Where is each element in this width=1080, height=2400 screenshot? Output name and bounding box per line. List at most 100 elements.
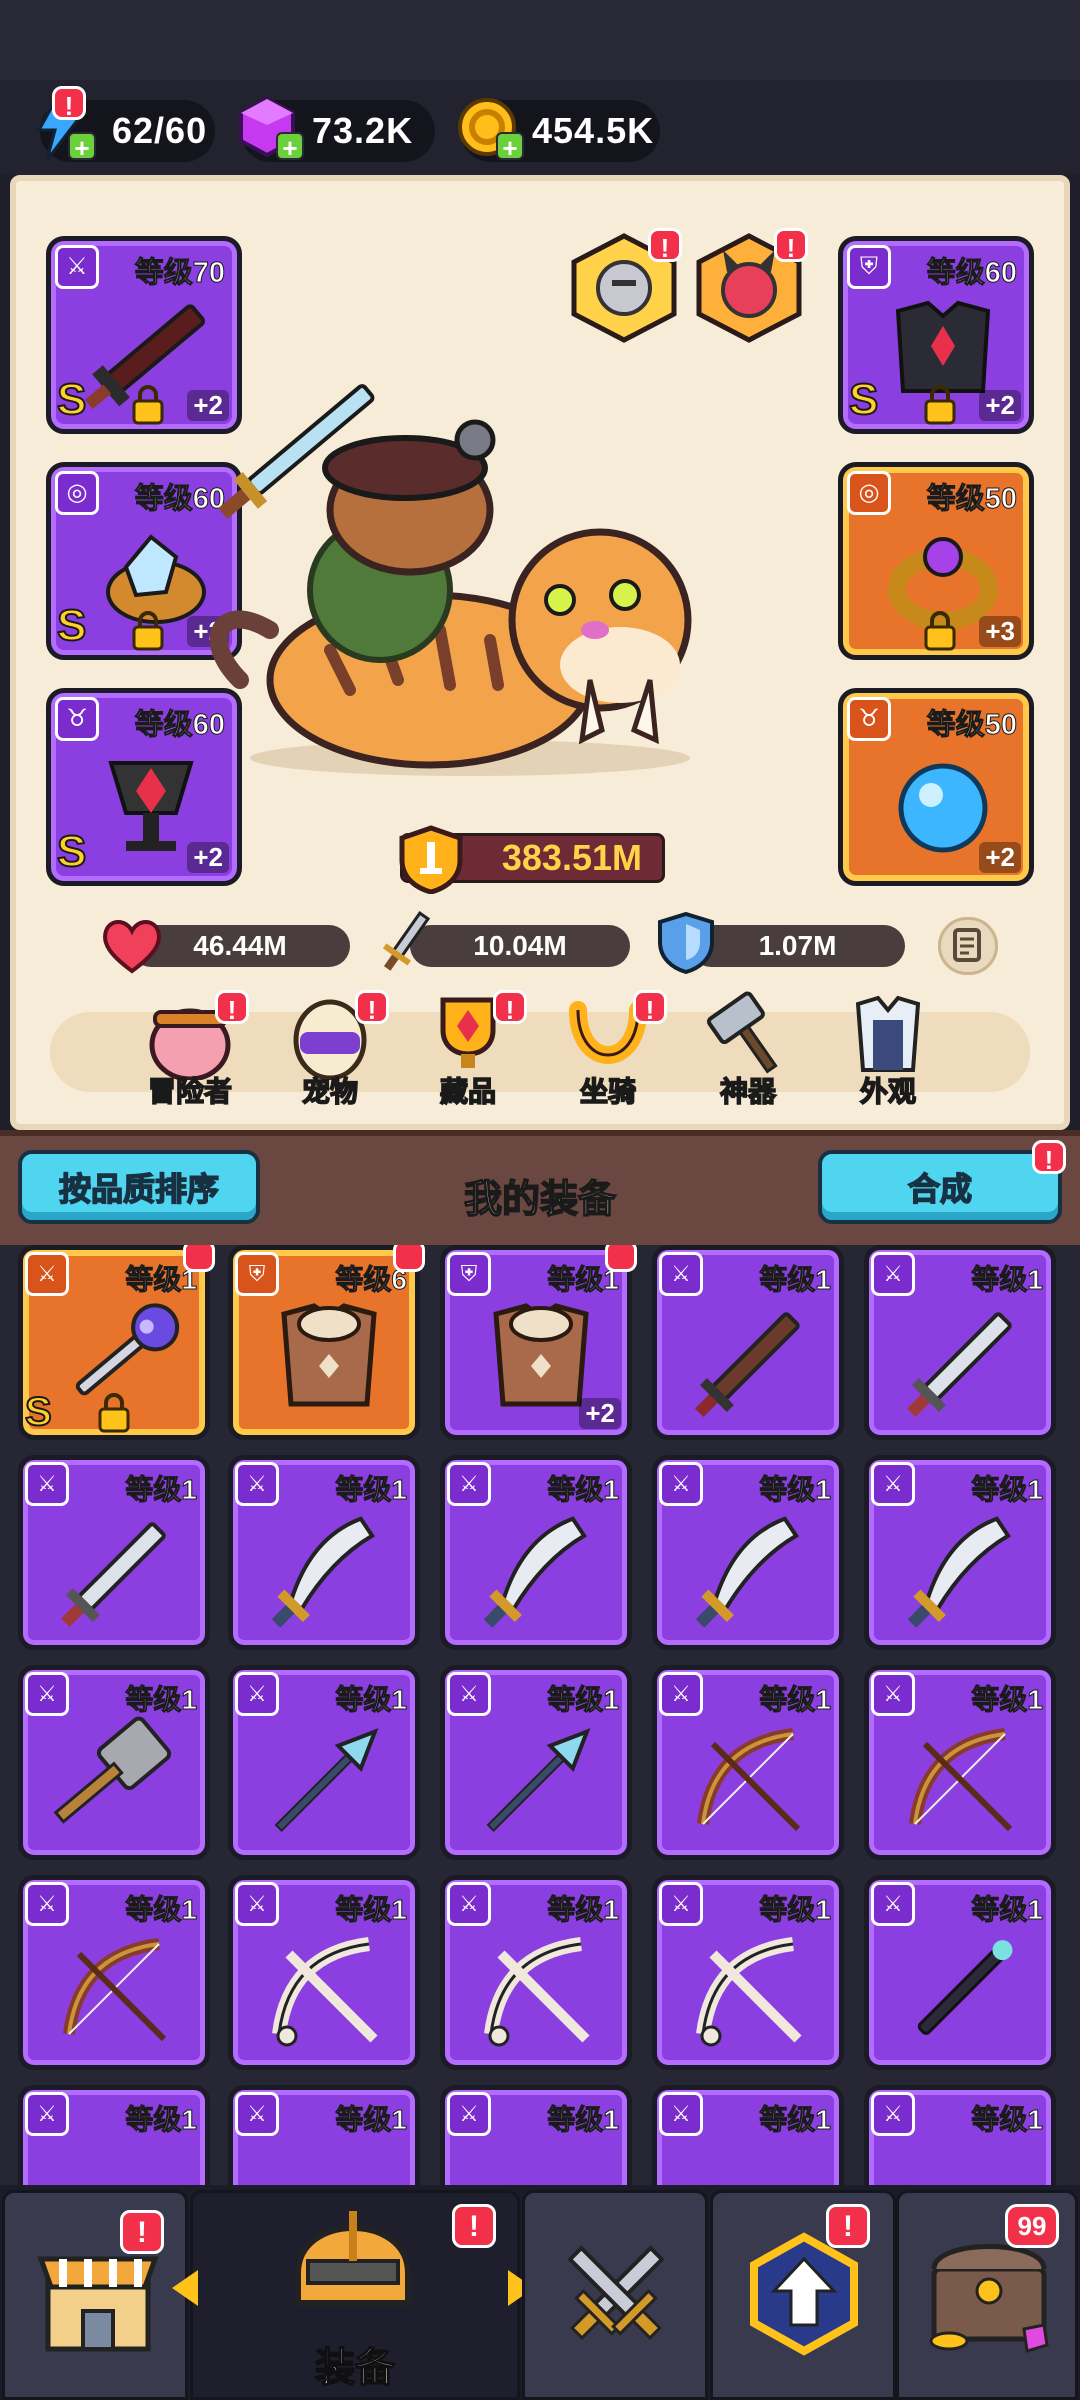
adventurer-alert-badge: ! [215,990,249,1025]
inventory-item[interactable]: ⛨ 等级6 [228,1245,425,1440]
shop-alert-badge: ! [120,2210,164,2254]
slot-level: 等级70 [134,257,225,290]
nav-label: 藏品 [439,1075,497,1108]
nav-label: 宠物 [301,1075,359,1108]
misc-icon [49,2134,189,2185]
inventory-item[interactable]: ⚔ 等级1 [864,1665,1056,1860]
inventory-item[interactable]: ⚔ 等级1 [18,2085,210,2185]
amulet-category-icon: ♉ [55,697,99,741]
inventory-item[interactable]: ⚔ 等级1 [228,1665,420,1860]
hero-character[interactable] [200,380,720,780]
sword-category-icon: ⚔ [25,2092,69,2136]
inventory-item[interactable]: ⛨ 等级1 +2 [440,1245,637,1440]
inventory-item[interactable]: ⚔ 等级1 [652,1455,844,1650]
sword-stat-icon [380,908,431,978]
item-level: 等级1 [335,2104,408,2136]
inventory-item[interactable]: ⚔ 等级1 [652,1875,844,2070]
armor-category-icon: ⛨ [235,1252,279,1296]
helmet-icon [295,2211,411,2306]
knight-alert-badge: ! [648,228,682,263]
inventory-item[interactable]: ⚔ 等级1 [440,1875,632,2070]
pet-alert-badge: ! [355,990,389,1025]
inventory-item[interactable]: ⚔ 等级1 [864,1875,1056,2070]
steel-sword-icon [907,1312,1012,1417]
spear-icon [274,1728,379,1833]
lock-icon [132,385,164,425]
scimitar-icon [483,1516,587,1628]
item-level: 等级1 [971,1894,1044,1926]
sword-category-icon: ⚔ [55,245,99,289]
inventory-item[interactable]: ⚔ 等级1 [864,1455,1056,1650]
sword-category-icon: ⚔ [235,1672,279,1716]
bone-bow-icon [696,1937,802,2047]
sword-category-icon: ⚔ [659,1252,703,1296]
enhance-level: +2 [979,842,1021,873]
inventory-item[interactable]: ⚔ 等级1 [440,1455,632,1650]
gem-icon[interactable]: + [228,88,306,166]
scimitar-icon [907,1516,1011,1628]
inventory-item[interactable]: ⚔ 等级1 [440,2085,632,2185]
inventory-item[interactable]: ⚔ 等级1 [18,1665,210,1860]
lock-icon [924,385,956,425]
gold-coin-icon[interactable]: + [448,88,526,166]
amulet-category-icon: ♉ [847,697,891,741]
nav-appearance[interactable]: 外观 [828,990,948,1110]
enhance-level: +2 [187,842,229,873]
sword-category-icon: ⚔ [235,1462,279,1506]
armor-category-icon: ⛨ [447,1252,491,1296]
collection-alert-badge: ! [493,990,527,1025]
sword-category-icon: ⚔ [659,1882,703,1926]
inventory-item[interactable]: ⚔ 等级1 [440,1665,632,1860]
grade-label: S [56,826,87,877]
item-level: 等级1 [759,2104,832,2136]
slot-level: 等级50 [926,709,1017,742]
gems-value: 73.2K [312,110,414,151]
sword-category-icon: ⚔ [447,1882,491,1926]
inventory-item[interactable]: ⚔ 等级1 [652,2085,844,2185]
bow-icon [63,1938,167,2042]
item-level: 等级1 [125,1474,198,1506]
inventory-item[interactable]: ⚔ 等级1 [228,2085,420,2185]
sort-by-quality-button[interactable]: 按品质排序 [18,1150,260,1224]
equip-slot-armor[interactable]: ⛨ 等级60 S +2 [838,236,1034,434]
new-item-badge [183,1245,215,1272]
sword-category-icon: ⚔ [659,1672,703,1716]
wood-sword-icon [695,1312,800,1417]
item-level: 等级1 [125,1894,198,1926]
equip-slot-orb[interactable]: ♉ 等级50 +2 [838,688,1034,886]
nav-label: 神器 [719,1075,777,1108]
ring-category-icon: ◎ [55,471,99,515]
inventory-item[interactable]: ⚔ 等级1 [864,2085,1056,2185]
upgrade-icon [750,2232,858,2356]
inventory-item[interactable]: ⚔ 等级1 [864,1245,1056,1440]
item-level: 等级1 [971,1474,1044,1506]
inventory-item[interactable]: ⚔ 等级1 [652,1665,844,1860]
sword-category-icon: ⚔ [871,1252,915,1296]
merge-button[interactable]: 合成 [818,1150,1062,1224]
item-level: 等级1 [547,1684,620,1716]
status-area [0,0,1080,80]
inventory-item[interactable]: ⚔ 等级1 [18,1875,210,2070]
grade-label: S [56,600,87,651]
item-level: 等级1 [759,1684,832,1716]
fur-armor-icon [281,1303,377,1407]
attack-value: 10.04M [473,930,567,961]
item-level: 等级1 [547,2104,620,2136]
equip-slot-ring-2[interactable]: ◎ 等级50 +3 [838,462,1034,660]
prev-arrow-icon[interactable] [170,2268,200,2308]
inventory-item[interactable]: ⚔ 等级1 [18,1455,210,1650]
inventory-item[interactable]: ⚔ 等级1 [652,1245,844,1440]
inventory-item[interactable]: ⚔ 等级1 S [18,1245,215,1440]
stats-detail-button[interactable] [938,917,998,975]
gold-value: 454.5K [532,110,655,151]
item-level: 等级1 [759,1474,832,1506]
slot-level: 等级50 [926,483,1017,516]
defense-stat: 1.07M [690,925,905,967]
inventory-item[interactable]: ⚔ 等级1 [228,1455,420,1650]
inventory-item[interactable]: ⚔ 等级1 [228,1875,420,2070]
spear-icon [486,1728,591,1833]
sword-category-icon: ⚔ [25,1252,69,1296]
bow-icon [909,1728,1013,1832]
tab-battle[interactable] [522,2190,708,2400]
nav-artifact[interactable]: 神器 [688,990,808,1110]
